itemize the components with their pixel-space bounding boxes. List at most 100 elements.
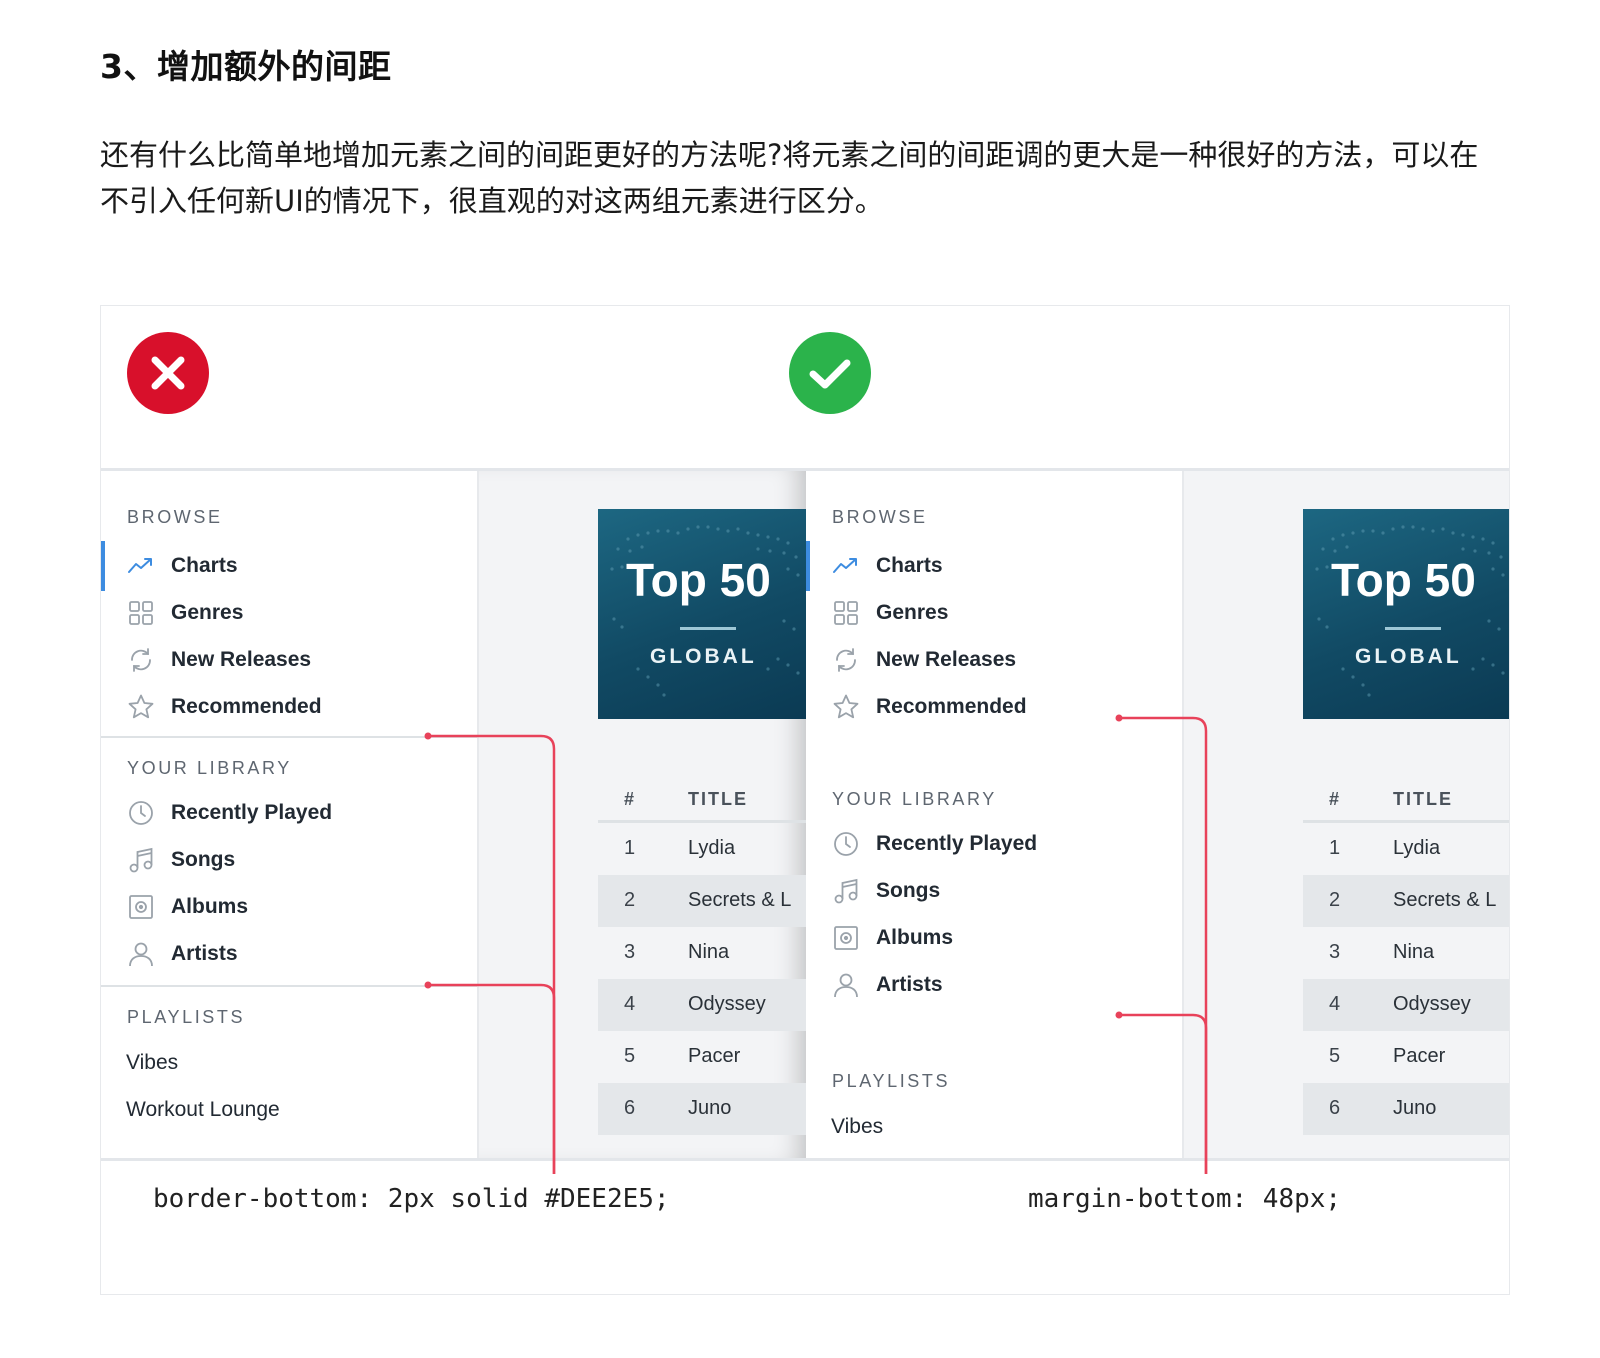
- nav-item-artists[interactable]: Artists: [127, 938, 238, 970]
- nav-item-genres[interactable]: Genres: [832, 597, 948, 629]
- main-content: Top 50 GLOBAL # TITLE 1 Lydia 2 Secrets & …: [479, 471, 806, 1158]
- row-num: 3: [1329, 941, 1341, 963]
- world-map-dots: [1315, 525, 1505, 697]
- section-title-library: YOUR LIBRARY: [127, 758, 292, 778]
- nav-label: Genres: [876, 601, 949, 624]
- row-title: Lydia: [1393, 837, 1441, 859]
- col-title-header: TITLE: [1393, 789, 1453, 809]
- row-title: Secrets & L: [688, 889, 792, 911]
- row-title: Odyssey: [688, 993, 766, 1015]
- album-cover[interactable]: Top 50 GLOBAL: [1303, 509, 1509, 719]
- table-row[interactable]: 5 Pacer: [598, 1031, 806, 1083]
- nav-item-songs[interactable]: Songs: [127, 844, 235, 876]
- row-num: 6: [624, 1097, 636, 1119]
- nav-item-new-releases[interactable]: New Releases: [127, 644, 311, 676]
- col-num-header: #: [624, 789, 637, 809]
- album-rule: [1385, 627, 1441, 630]
- table-row[interactable]: 1 Lydia: [598, 823, 806, 875]
- album-cover[interactable]: Top 50 GLOBAL: [598, 509, 806, 719]
- row-num: 6: [1329, 1097, 1341, 1119]
- trending-icon: [833, 558, 857, 573]
- main-content: Top 50 GLOBAL # TITLE 1 Lydia 2 Secrets & …: [1184, 471, 1509, 1158]
- refresh-icon: [836, 648, 856, 672]
- table-row[interactable]: 3 Nina: [1303, 927, 1509, 979]
- table-row[interactable]: 2 Secrets & L: [598, 875, 806, 927]
- section-title-library: YOUR LIBRARY: [832, 789, 997, 809]
- playlist-item-vibes[interactable]: Vibes: [831, 1111, 883, 1143]
- refresh-icon: [131, 648, 151, 672]
- row-title: Pacer: [688, 1045, 741, 1067]
- row-num: 4: [1329, 993, 1341, 1015]
- section-title-playlists: PLAYLISTS: [832, 1071, 951, 1091]
- row-title: Pacer: [1393, 1045, 1446, 1067]
- nav-item-albums[interactable]: Albums: [832, 922, 953, 954]
- nav-label: Genres: [171, 601, 244, 624]
- section-title-playlists: PLAYLISTS: [127, 1007, 246, 1027]
- row-num: 1: [1329, 837, 1341, 859]
- user-icon: [129, 942, 153, 967]
- table-row[interactable]: 4 Odyssey: [598, 979, 806, 1031]
- playlist-item-workout-lounge[interactable]: Workout Lounge: [126, 1094, 280, 1126]
- row-num: 4: [624, 993, 636, 1015]
- nav-item-recommended[interactable]: Recommended: [127, 691, 322, 723]
- check-icon: [809, 359, 851, 389]
- nav-item-recently-played[interactable]: Recently Played: [127, 797, 332, 829]
- nav-label: New Releases: [876, 648, 1017, 671]
- code-snippet-margin: margin-bottom: 48px;: [1028, 1184, 1342, 1214]
- wrong-badge: [127, 332, 209, 414]
- row-num: 3: [624, 941, 636, 963]
- nav-item-genres[interactable]: Genres: [127, 597, 243, 629]
- row-title: Lydia: [688, 837, 736, 859]
- row-title: Nina: [688, 941, 730, 963]
- album-rule: [680, 627, 736, 630]
- playlist-item-vibes[interactable]: Vibes: [126, 1047, 178, 1079]
- row-title: Secrets & L: [1393, 889, 1497, 911]
- music-note-icon: [129, 847, 153, 873]
- clock-icon: [834, 832, 858, 856]
- star-icon: [833, 694, 859, 719]
- table-row[interactable]: 6 Juno: [1303, 1083, 1509, 1135]
- nav-item-albums[interactable]: Albums: [127, 891, 248, 923]
- example-panel-margin: BROWSE Charts Genres New Releases Recomm…: [806, 471, 1509, 1158]
- nav-label: Songs: [171, 848, 236, 871]
- code-snippet-border: border-bottom: 2px solid #DEE2E5;: [153, 1184, 670, 1214]
- album-icon: [129, 895, 153, 919]
- nav-item-artists[interactable]: Artists: [832, 969, 943, 1001]
- col-num-header: #: [1329, 789, 1342, 809]
- nav-item-new-releases[interactable]: New Releases: [832, 644, 1016, 676]
- table-row[interactable]: 2 Secrets & L: [1303, 875, 1509, 927]
- row-num: 5: [1329, 1045, 1341, 1067]
- nav-item-charts[interactable]: Charts: [832, 550, 943, 582]
- table-header: # TITLE: [598, 787, 806, 823]
- table-row[interactable]: 3 Nina: [598, 927, 806, 979]
- section-border: [101, 985, 477, 987]
- table-row[interactable]: 1 Lydia: [1303, 823, 1509, 875]
- table-row[interactable]: 4 Odyssey: [1303, 979, 1509, 1031]
- nav-label: Artists: [876, 973, 943, 996]
- clock-icon: [129, 801, 153, 825]
- nav-label: Recently Played: [876, 832, 1038, 855]
- row-num: 1: [624, 837, 636, 859]
- nav-label: Artists: [171, 942, 238, 965]
- nav-label: New Releases: [171, 648, 312, 671]
- section-border: [101, 736, 477, 738]
- table-row[interactable]: 6 Juno: [598, 1083, 806, 1135]
- nav-item-recommended[interactable]: Recommended: [832, 691, 1027, 723]
- album-title: Top 50: [1331, 554, 1476, 606]
- world-map-dots: [610, 525, 800, 697]
- row-num: 2: [624, 889, 636, 911]
- nav-label: Recommended: [876, 695, 1027, 718]
- table-row[interactable]: 5 Pacer: [1303, 1031, 1509, 1083]
- nav-item-charts[interactable]: Charts: [127, 550, 238, 582]
- row-title: Juno: [1393, 1097, 1437, 1119]
- example-panel-border: BROWSE Charts Genres New Releases Recomm…: [101, 471, 806, 1158]
- grid-icon: [129, 601, 153, 625]
- correct-badge: [789, 332, 871, 414]
- nav-item-songs[interactable]: Songs: [832, 875, 940, 907]
- playlist-label: Vibes: [126, 1051, 179, 1074]
- active-indicator: [806, 541, 810, 591]
- nav-item-recently-played[interactable]: Recently Played: [832, 828, 1037, 860]
- sidebar: BROWSE Charts Genres New Releases Recomm…: [806, 471, 1184, 1158]
- album-subtitle: GLOBAL: [650, 645, 757, 668]
- album-icon: [834, 926, 858, 950]
